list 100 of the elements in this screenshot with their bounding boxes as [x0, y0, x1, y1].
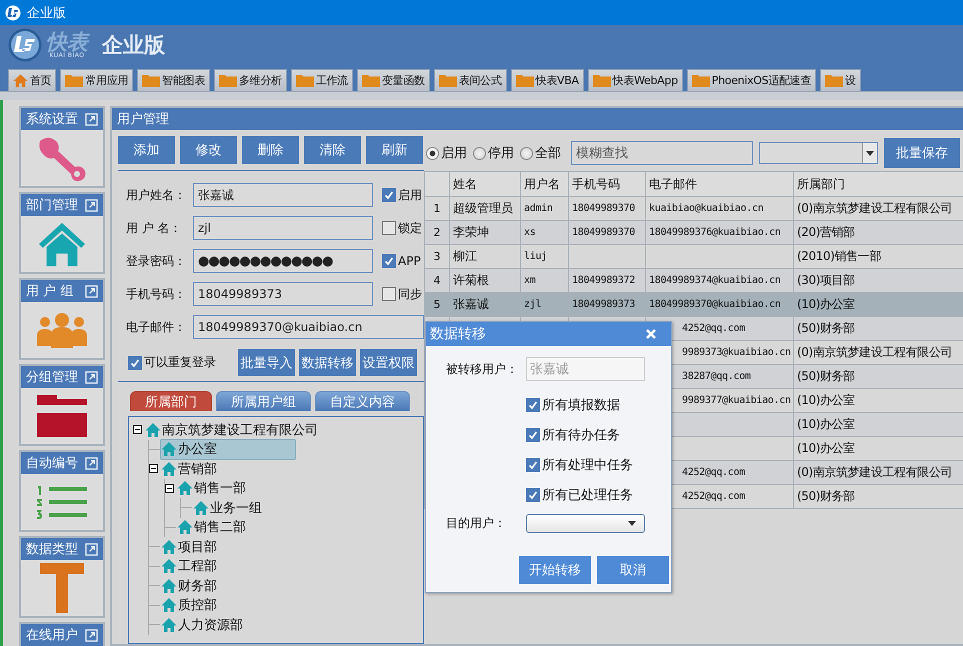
checkbox-label: 所有填报数据 — [542, 397, 620, 414]
checkbox[interactable] — [526, 458, 540, 472]
column-header[interactable]: 姓名 — [450, 172, 520, 196]
table-cell[interactable]: (50)财务部 — [794, 316, 963, 340]
table-cell[interactable]: (10)办公室 — [794, 436, 963, 460]
toolbar-button[interactable]: 修改 — [180, 136, 237, 164]
nav-tab[interactable]: PhoenixOS适配速查 — [686, 69, 816, 91]
tree-item[interactable]: 营销部 — [160, 458, 222, 480]
tree-item[interactable]: 工程部 — [160, 556, 222, 577]
folder-icon — [438, 74, 457, 87]
sidebar-panel[interactable]: 用 户 组 — [19, 278, 105, 360]
table-cell[interactable]: (0)南京筑梦建设工程有限公司 — [794, 196, 963, 220]
action-button[interactable]: 设置权限 — [360, 349, 417, 376]
tree-item[interactable]: 办公室 — [160, 438, 296, 460]
table-cell[interactable]: (50)财务部 — [794, 484, 963, 508]
dropdown[interactable] — [759, 142, 878, 164]
folder-icon — [825, 74, 844, 87]
tree-item[interactable]: 销售一部 — [176, 478, 251, 499]
input-field[interactable]: 18049989370@kuaibiao.cn — [193, 315, 424, 339]
nav-tab[interactable]: 常用应用 — [60, 69, 134, 91]
toolbar-button[interactable]: 清除 — [304, 136, 361, 164]
action-button[interactable]: 批量导入 — [238, 349, 295, 376]
checkbox[interactable] — [526, 488, 540, 502]
table-cell[interactable]: (10)办公室 — [794, 292, 963, 316]
tree-item[interactable]: 项目部 — [160, 536, 222, 558]
action-button[interactable]: 数据转移 — [299, 349, 356, 376]
column-header[interactable]: 所属部门 — [794, 172, 963, 196]
popout-icon[interactable] — [85, 628, 98, 642]
tree-item[interactable]: 质控部 — [160, 594, 222, 616]
nav-tab[interactable]: 智能图表 — [137, 69, 210, 91]
radio-button[interactable] — [426, 146, 439, 160]
nav-tab[interactable]: 工作流 — [290, 69, 353, 91]
popout-icon[interactable] — [85, 198, 98, 212]
popout-icon[interactable] — [85, 456, 98, 470]
input-field[interactable]: zjl — [193, 216, 373, 240]
checkbox[interactable] — [382, 221, 396, 235]
save-button[interactable]: 批量保存 — [884, 138, 960, 168]
panel-title: 部门管理 — [26, 197, 78, 214]
checkbox[interactable] — [382, 188, 396, 202]
tree-item[interactable]: 财务部 — [160, 575, 222, 596]
nav-tab[interactable]: 变量函数 — [356, 69, 430, 91]
input-field[interactable]: 张嘉诚 — [193, 183, 373, 207]
sidebar-panel[interactable]: 部门管理 — [19, 192, 105, 274]
checkbox[interactable] — [382, 254, 396, 268]
sidebar-panel[interactable]: 在线用户 — [19, 622, 105, 646]
sidebar-panel[interactable]: 自动编号 — [19, 450, 105, 532]
dialog-button[interactable]: 开始转移 — [519, 556, 591, 584]
collapse-icon[interactable] — [165, 484, 174, 493]
checkbox[interactable] — [382, 287, 396, 301]
column-header[interactable]: 电子邮件 — [646, 172, 794, 196]
tree-item-label: 财务部 — [178, 578, 217, 595]
table-cell: 李荣坤 — [450, 220, 520, 244]
radio-button[interactable] — [473, 146, 486, 160]
checkbox[interactable] — [526, 428, 540, 442]
table-cell[interactable]: (50)财务部 — [794, 364, 963, 388]
nav-tab[interactable]: 表间公式 — [434, 69, 507, 91]
sidebar-panel[interactable]: 系统设置 — [19, 106, 105, 188]
nav-tab[interactable]: 快表WebApp — [588, 69, 683, 91]
field-label: 目的用户： — [446, 514, 507, 532]
table-cell[interactable]: (0)南京筑梦建设工程有限公司 — [794, 460, 963, 484]
tree-item[interactable]: 南京筑梦建设工程有限公司 — [144, 419, 323, 440]
sidebar-panel[interactable]: 分组管理 — [19, 364, 105, 446]
checkbox-label: APP — [398, 254, 421, 268]
table-cell[interactable]: (20)营销部 — [794, 220, 963, 244]
collapse-icon[interactable] — [149, 464, 158, 474]
table-cell[interactable]: (10)办公室 — [794, 412, 963, 436]
popout-icon[interactable] — [85, 112, 98, 126]
nav-tab[interactable]: 首页 — [8, 69, 56, 91]
radio-button[interactable] — [520, 146, 533, 160]
table-cell: xm — [520, 268, 568, 292]
table-cell[interactable]: (2010)销售一部 — [794, 244, 963, 268]
folder-icon — [37, 395, 87, 437]
nav-tab[interactable]: 多维分析 — [214, 69, 287, 91]
toolbar-button[interactable]: 删除 — [242, 136, 299, 164]
popout-icon[interactable] — [85, 284, 98, 298]
table-cell[interactable]: (10)办公室 — [794, 388, 963, 412]
input-field[interactable]: 18049989373 — [193, 282, 373, 306]
nav-tab[interactable]: 快表VBA — [510, 69, 584, 91]
column-header[interactable]: 手机号码 — [568, 172, 646, 196]
column-header[interactable]: 用户名 — [520, 172, 568, 196]
close-icon[interactable] — [645, 328, 657, 340]
nav-tab[interactable]: 设 — [820, 69, 861, 91]
search-field[interactable]: 模糊查找 — [571, 141, 753, 165]
dropdown[interactable] — [526, 514, 645, 532]
toolbar-button[interactable]: 刷新 — [366, 136, 423, 164]
sidebar-panel[interactable]: 数据类型 — [19, 536, 105, 618]
table-cell[interactable]: (0)南京筑梦建设工程有限公司 — [794, 340, 963, 364]
checkbox[interactable] — [128, 356, 142, 370]
input-field[interactable]: ●●●●●●●●●●●●● — [193, 249, 373, 273]
popout-icon[interactable] — [85, 370, 98, 384]
tab[interactable]: 所属部门 — [130, 391, 212, 411]
dialog-button[interactable]: 取消 — [597, 556, 669, 584]
table-cell[interactable]: (30)项目部 — [794, 268, 963, 292]
tree-item[interactable]: 人力资源部 — [160, 614, 248, 636]
tree-item[interactable]: 业务一组 — [192, 497, 267, 518]
toolbar-button[interactable]: 添加 — [118, 136, 175, 164]
tree-item[interactable]: 销售二部 — [176, 516, 251, 538]
checkbox[interactable] — [526, 398, 540, 412]
popout-icon[interactable] — [85, 542, 98, 556]
collapse-icon[interactable] — [133, 425, 142, 434]
